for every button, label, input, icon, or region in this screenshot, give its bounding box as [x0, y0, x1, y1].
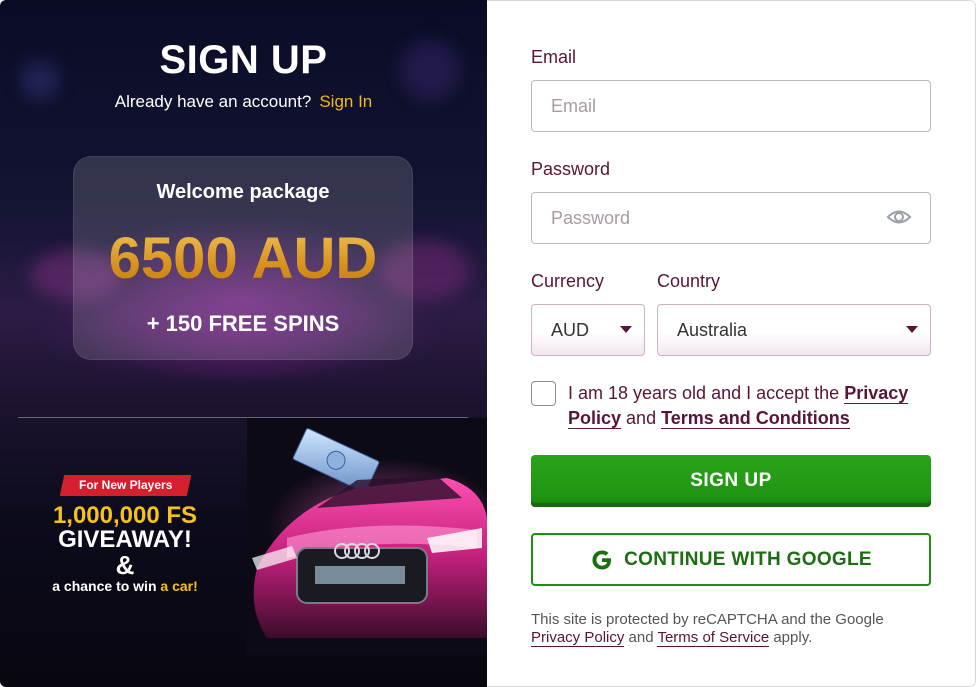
welcome-amount: 6500 AUD	[74, 225, 412, 292]
country-value: Australia	[677, 320, 748, 340]
currency-select[interactable]: AUD	[531, 304, 645, 356]
car-illustration	[247, 418, 487, 655]
recaptcha-notice: This site is protected by reCAPTCHA and …	[531, 611, 931, 647]
currency-label: Currency	[531, 271, 605, 291]
google-button-label: CONTINUE WITH GOOGLE	[624, 548, 872, 570]
country-select[interactable]: Australia	[657, 304, 931, 356]
signup-form-panel: Email Password Currency AUD Country Aust…	[487, 0, 976, 687]
terms-conditions-link[interactable]: Terms and Conditions	[661, 408, 850, 429]
currency-value: AUD	[551, 320, 590, 340]
new-players-tag-text: For New Players	[78, 478, 173, 492]
already-account-text: Already have an account?	[114, 92, 312, 111]
password-label: Password	[531, 159, 611, 179]
age-terms-checkbox[interactable]	[531, 381, 556, 406]
recaptcha-and: and	[628, 629, 654, 646]
terms-and: and	[626, 408, 657, 428]
chevron-down-icon	[620, 326, 632, 333]
welcome-package-card: Welcome package 6500 AUD + 150 FREE SPIN…	[73, 156, 413, 360]
giveaway-ampersand: &	[115, 550, 135, 580]
promo-panel: SIGN UP Already have an account? Sign In …	[0, 0, 487, 687]
country-label: Country	[657, 271, 721, 291]
password-field[interactable]	[531, 192, 931, 244]
welcome-spins: + 150 FREE SPINS	[146, 311, 340, 336]
chevron-down-icon	[906, 326, 918, 333]
recaptcha-privacy-link[interactable]: Privacy Policy	[531, 629, 625, 647]
page-title: SIGN UP	[159, 38, 328, 82]
recaptcha-suffix: apply.	[773, 629, 813, 646]
signup-modal: SIGN UP Already have an account? Sign In …	[0, 0, 976, 687]
eye-icon[interactable]	[886, 206, 912, 228]
email-field[interactable]	[531, 80, 931, 132]
chance-prefix: a chance to win	[52, 578, 157, 594]
terms-text: I am 18 years old and I accept the Priva…	[568, 381, 928, 431]
chance-highlight: a car!	[160, 578, 198, 594]
new-players-tag: For New Players	[59, 475, 192, 496]
google-signin-button[interactable]: CONTINUE WITH GOOGLE	[531, 533, 931, 586]
signin-link[interactable]: Sign In	[319, 92, 372, 111]
signup-button[interactable]: SIGN UP	[531, 455, 931, 507]
recaptcha-prefix: This site is protected by reCAPTCHA and …	[531, 611, 884, 628]
recaptcha-terms-link[interactable]: Terms of Service	[657, 629, 770, 647]
signin-prompt: Already have an account? Sign In	[0, 92, 487, 112]
chance-text: a chance to win a car!	[0, 578, 250, 594]
email-label: Email	[531, 47, 577, 67]
welcome-label: Welcome package	[156, 181, 330, 203]
terms-prefix: I am 18 years old and I accept the	[568, 383, 840, 403]
google-icon	[592, 550, 612, 569]
